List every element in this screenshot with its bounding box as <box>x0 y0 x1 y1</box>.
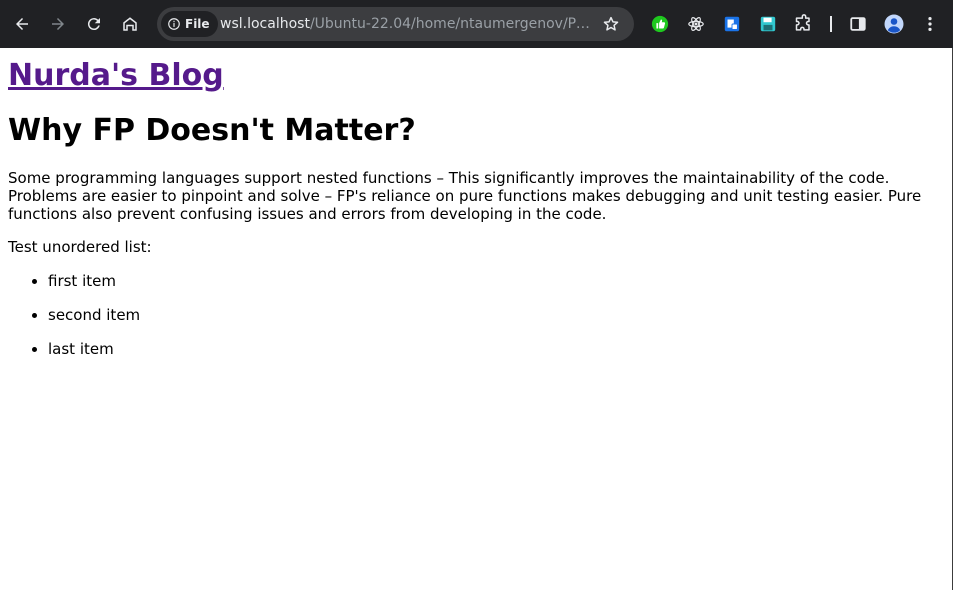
list-item: second item <box>48 306 945 324</box>
reload-button[interactable] <box>78 8 110 40</box>
forward-button[interactable] <box>42 8 74 40</box>
menu-kebab-icon <box>928 16 932 32</box>
extension-page-button[interactable] <box>722 14 742 34</box>
blog-title-link[interactable]: Nurda's Blog <box>8 58 224 93</box>
back-icon <box>16 18 28 30</box>
profile-icon <box>884 14 904 34</box>
home-button[interactable] <box>114 8 146 40</box>
post-title: Why FP Doesn't Matter? <box>8 113 416 148</box>
home-icon <box>123 17 137 31</box>
react-devtools-icon <box>688 17 704 31</box>
reload-icon <box>87 18 100 31</box>
toolbar-separator <box>830 16 832 32</box>
blog-title: Nurda's Blog <box>8 58 945 94</box>
extension-page-icon <box>724 16 740 32</box>
address-bar[interactable]: File wsl.localhost/Ubuntu-22.04/home/nta… <box>157 7 634 41</box>
list-intro: Test unordered list: <box>8 238 152 256</box>
list-item: last item <box>48 340 945 358</box>
react-devtools-button[interactable] <box>686 14 706 34</box>
extensions-puzzle-icon <box>795 14 810 31</box>
side-panel-icon <box>850 17 866 31</box>
page-content: Nurda's Blog Why FP Doesn't Matter? Some… <box>0 48 953 590</box>
url-host: wsl.localhost <box>220 16 310 32</box>
list-item: first item <box>48 272 945 290</box>
url-text[interactable]: wsl.localhost/Ubuntu-22.04/home/ntaumerg… <box>220 7 595 41</box>
post-body: Some programming languages support neste… <box>8 169 922 223</box>
save-icon <box>760 16 776 32</box>
profile-button[interactable] <box>884 14 904 34</box>
url-path: /Ubuntu-22.04/home/ntaumergenov/Projects… <box>309 16 595 32</box>
extension-thumb-button[interactable] <box>650 14 670 34</box>
save-extension-button[interactable] <box>758 14 778 34</box>
browser-toolbar: File wsl.localhost/Ubuntu-22.04/home/nta… <box>0 0 953 48</box>
browser-menu-button[interactable] <box>920 14 940 34</box>
bookmark-button[interactable] <box>602 15 620 33</box>
extension-thumb-icon <box>651 15 669 33</box>
site-info-chip[interactable]: File <box>161 11 218 37</box>
forward-icon <box>52 18 64 30</box>
unordered-list: first item second item last item <box>8 272 945 358</box>
side-panel-button[interactable] <box>848 14 868 34</box>
extensions-button[interactable] <box>794 14 814 34</box>
info-icon <box>168 18 180 30</box>
star-icon <box>603 16 619 31</box>
back-button[interactable] <box>6 8 38 40</box>
site-chip-label: File <box>185 17 210 31</box>
